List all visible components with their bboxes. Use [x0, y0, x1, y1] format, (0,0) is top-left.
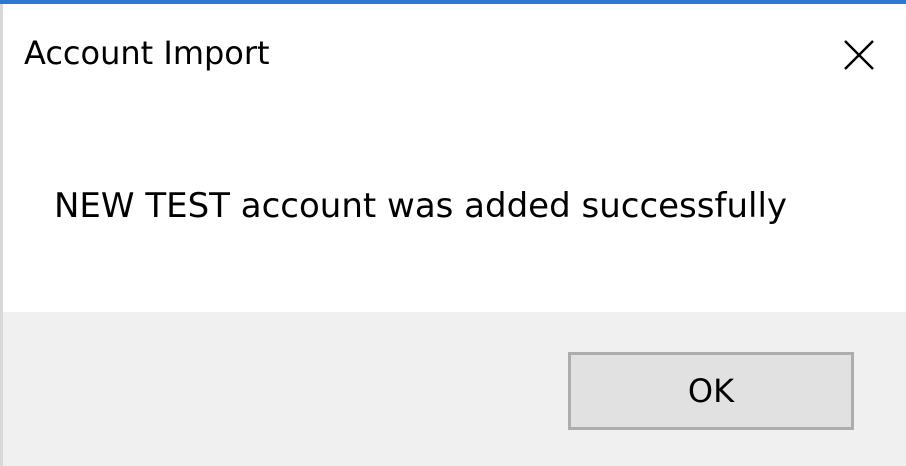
dialog-title: Account Import: [24, 34, 270, 72]
ok-button[interactable]: OK: [568, 352, 854, 430]
dialog-footer: OK: [3, 312, 906, 466]
close-button[interactable]: [828, 26, 890, 84]
title-bar[interactable]: Account Import: [0, 4, 906, 104]
dialog-message: NEW TEST account was added successfully: [54, 186, 788, 226]
close-icon: [844, 40, 874, 70]
message-dialog: Account Import NEW TEST account was adde…: [0, 0, 906, 466]
